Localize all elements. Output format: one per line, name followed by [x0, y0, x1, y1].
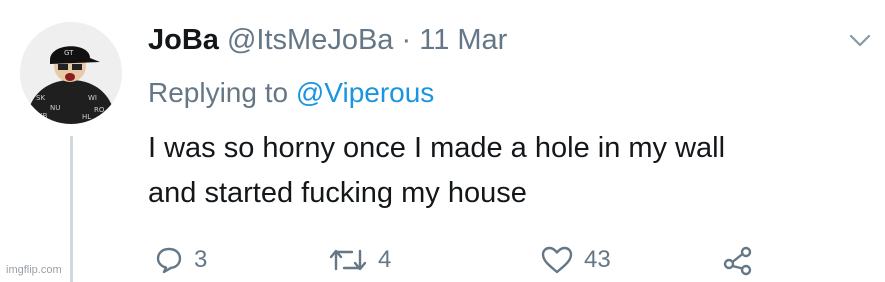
- retweet-count: 4: [378, 246, 392, 273]
- separator: ·: [401, 24, 412, 56]
- tweet[interactable]: SK NU KB WI RO HL GT JoBa @ItsMeJoBa · 11 Ma…: [0, 0, 885, 282]
- replying-to: Replying to @Viperous: [148, 76, 434, 110]
- replying-to-mention[interactable]: @Viperous: [296, 77, 434, 108]
- svg-text:HL: HL: [82, 113, 91, 121]
- tweet-text-line: I was so horny once I made a hole in my …: [148, 132, 726, 164]
- tweet-date[interactable]: 11 Mar: [419, 24, 507, 56]
- tweet-header: JoBa @ItsMeJoBa · 11 Mar: [148, 22, 507, 58]
- avatar[interactable]: SK NU KB WI RO HL GT: [20, 22, 122, 124]
- heart-icon: [540, 245, 574, 275]
- replying-to-label: Replying to: [148, 77, 289, 108]
- retweet-arrows-icon: [328, 245, 368, 275]
- speech-bubble-icon: [154, 245, 184, 275]
- tweet-text-line: and started fucking my house: [148, 177, 527, 209]
- reply-button[interactable]: 3: [154, 240, 207, 280]
- like-count: 43: [584, 246, 611, 273]
- share-button[interactable]: [722, 240, 754, 280]
- svg-text:NU: NU: [50, 104, 60, 112]
- thread-connector-line: [70, 136, 73, 282]
- reply-count: 3: [194, 246, 208, 273]
- svg-text:SK: SK: [36, 94, 45, 102]
- retweet-button[interactable]: 4: [328, 240, 391, 280]
- svg-text:KB: KB: [38, 112, 48, 120]
- avatar-image: SK NUKB WI ROHL GT: [20, 22, 122, 124]
- like-button[interactable]: 43: [540, 240, 611, 280]
- svg-text:WI: WI: [88, 94, 97, 102]
- handle[interactable]: @ItsMeJoBa: [227, 24, 393, 56]
- display-name[interactable]: JoBa: [148, 24, 219, 56]
- action-bar: 3 4 43: [148, 240, 848, 280]
- watermark: imgflip.com: [6, 264, 62, 276]
- share-nodes-icon: [722, 244, 754, 276]
- svg-text:GT: GT: [64, 49, 74, 57]
- svg-text:RO: RO: [94, 106, 105, 114]
- chevron-down-icon[interactable]: [848, 33, 872, 54]
- tweet-text: I was so horny once I made a hole in my …: [148, 126, 868, 216]
